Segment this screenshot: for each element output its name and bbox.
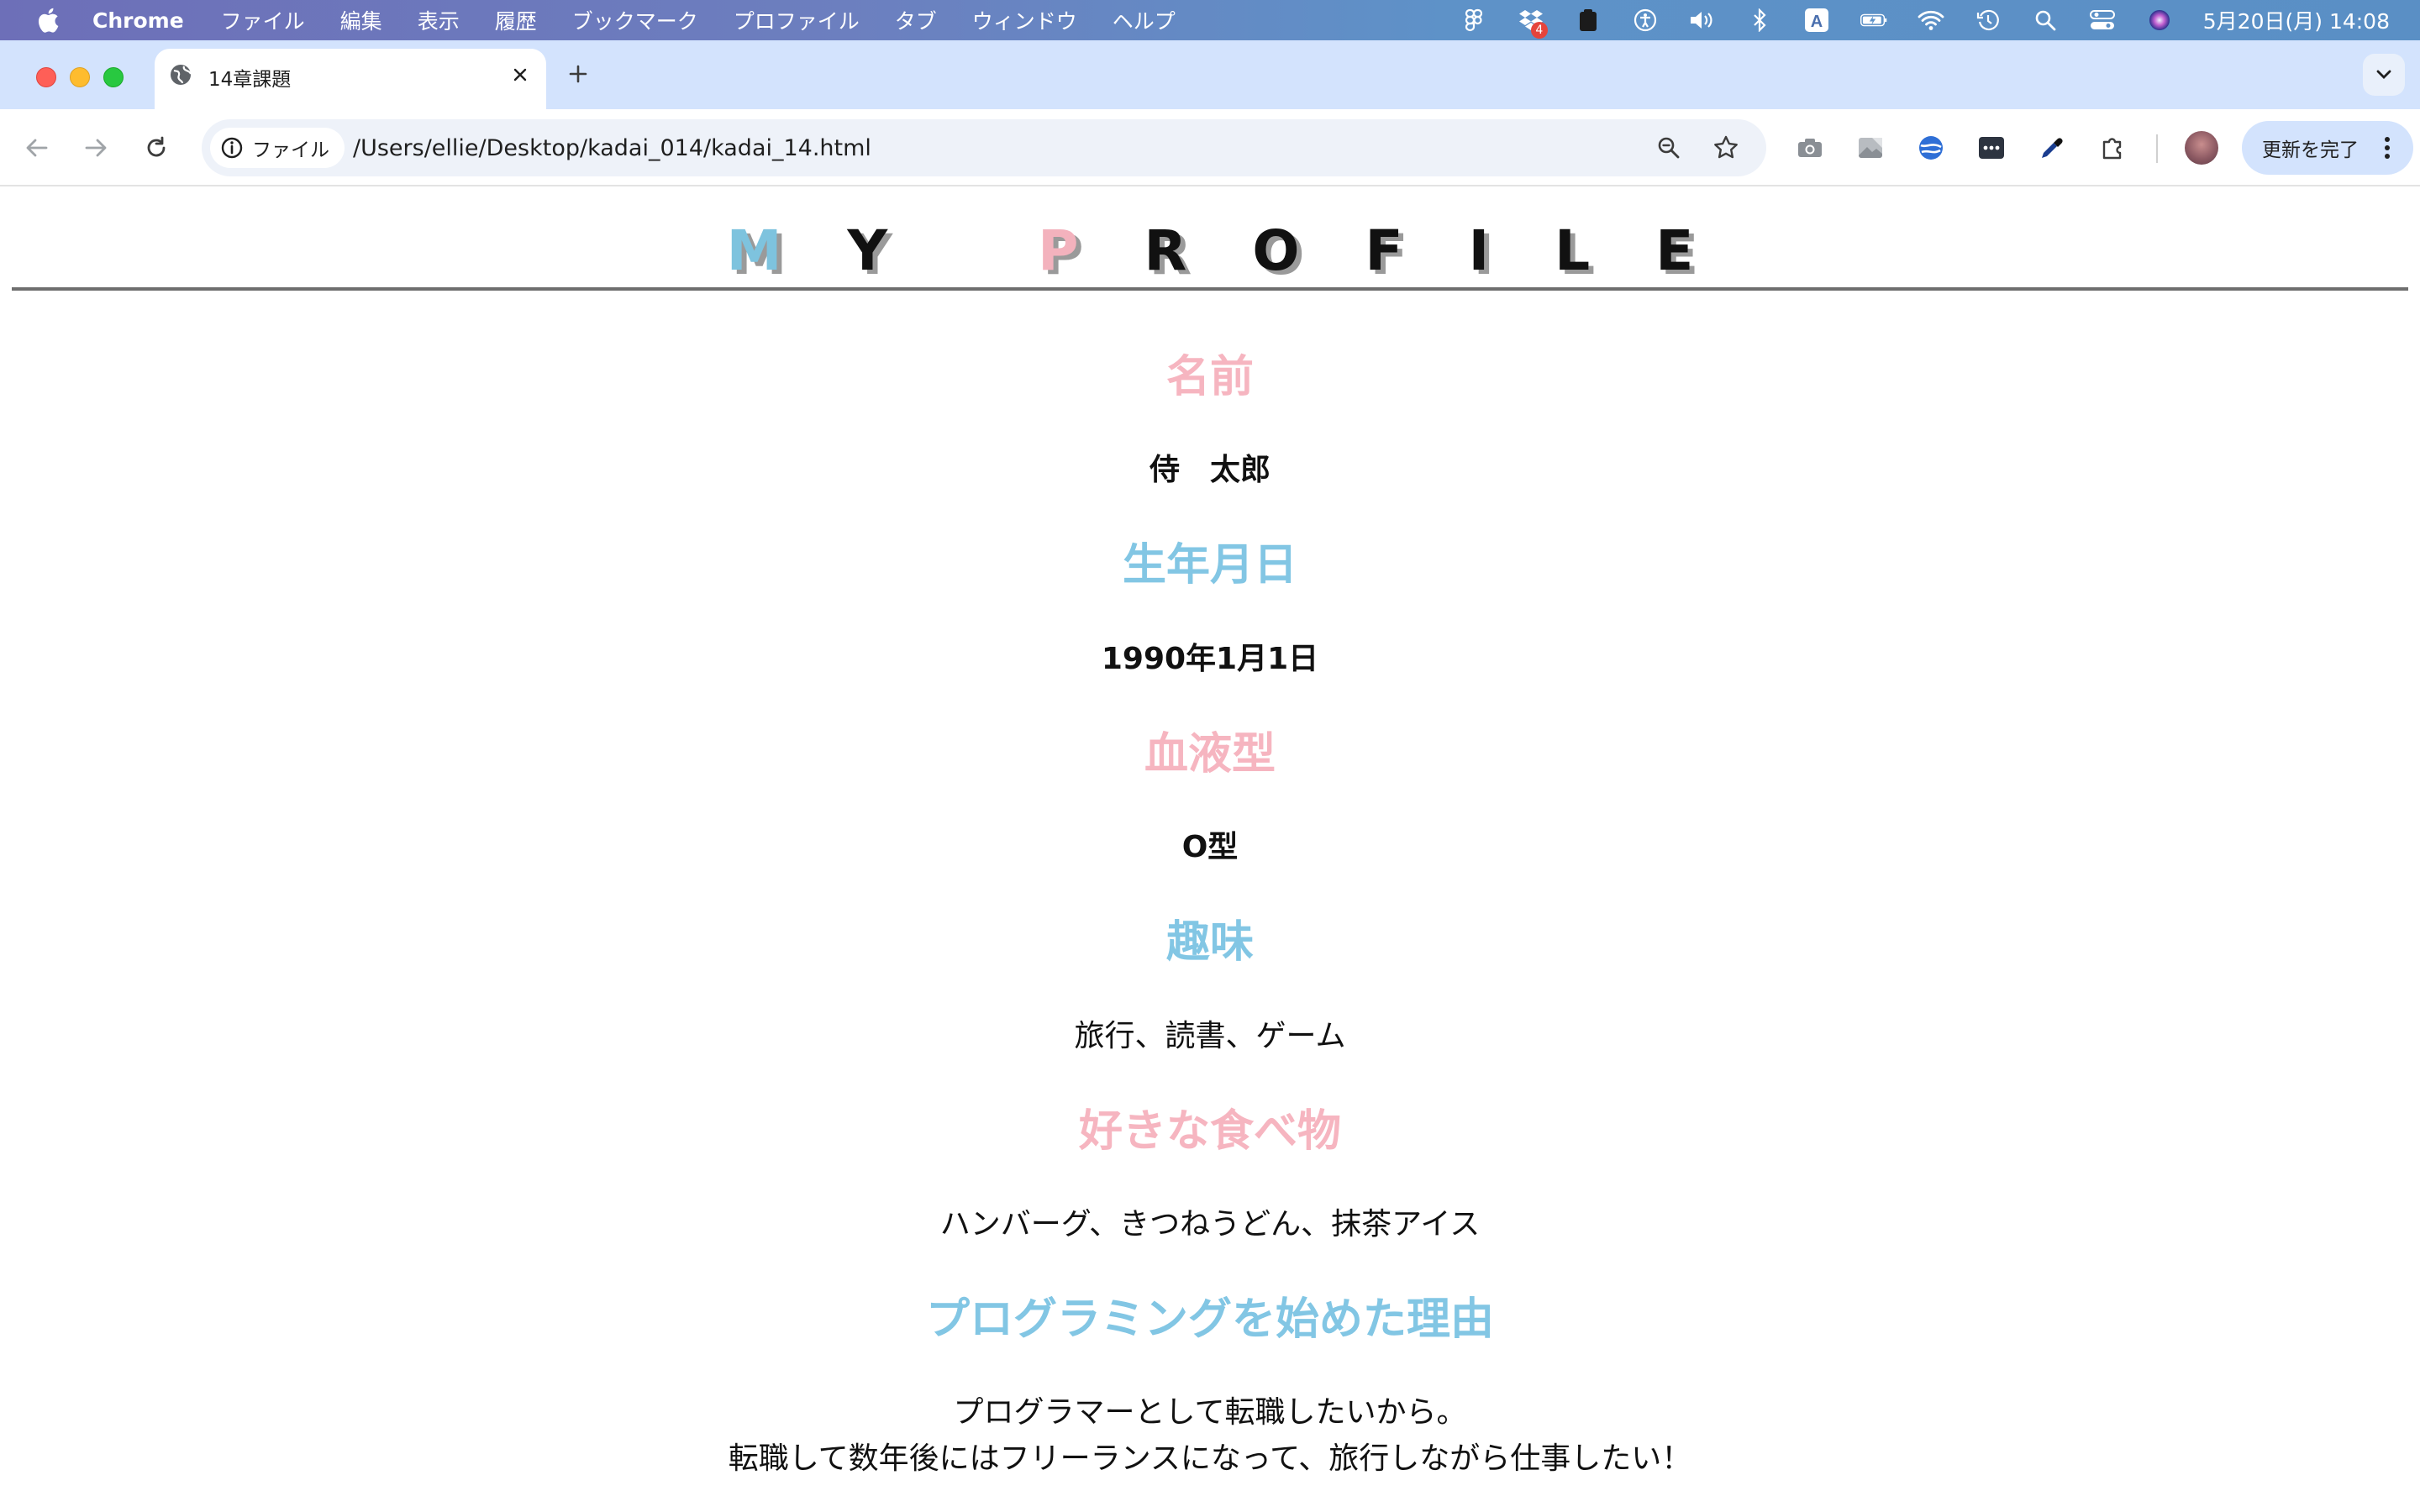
menu-edit[interactable]: 編集: [340, 5, 382, 35]
input-source-letter: A: [1811, 13, 1823, 31]
globe-icon: [168, 62, 193, 87]
bookmark-star-icon[interactable]: [1711, 133, 1741, 163]
puzzle-extensions-icon[interactable]: [2094, 129, 2131, 166]
section-heading-favorite-food: 好きな食べ物: [1078, 1106, 1341, 1157]
macos-menu-bar: Chrome ファイル 編集 表示 履歴 ブックマーク プロファイル タブ ウィ…: [0, 0, 2420, 40]
title-space: [953, 218, 1038, 283]
back-arrow-icon: [26, 139, 48, 157]
accessibility-icon[interactable]: [1632, 7, 1659, 34]
update-button-label: 更新を完了: [2262, 139, 2359, 161]
eyedropper-extension-icon[interactable]: [2033, 129, 2070, 166]
title-divider: [12, 287, 2408, 291]
menu-window[interactable]: ウィンドウ: [972, 5, 1077, 35]
menu-bar-clock[interactable]: 5月20日(月) 14:08: [2203, 5, 2390, 35]
url-text[interactable]: /Users/ellie/Desktop/kadai_014/kadai_14.…: [353, 135, 871, 161]
zoom-icon[interactable]: [1654, 133, 1684, 163]
menu-bookmarks[interactable]: ブックマーク: [572, 5, 698, 35]
profile-avatar[interactable]: [2185, 131, 2218, 165]
section-body-reason-line-2: 転職して数年後にはフリーランスになって、旅行しながら仕事したい！: [728, 1441, 1692, 1476]
title-letter: P: [1038, 218, 1144, 283]
tab-active[interactable]: 14章課題: [155, 49, 546, 109]
title-letter: R: [1144, 218, 1253, 283]
new-tab-button[interactable]: [563, 59, 593, 89]
web-page: MY PROFILE 名前 侍 太郎 生年月日 1990年1月1日 血液型 O型…: [0, 188, 2420, 1512]
title-letter: E: [1655, 218, 1760, 283]
input-source-icon[interactable]: A: [1803, 7, 1830, 34]
wifi-icon[interactable]: [1918, 7, 1944, 34]
info-icon: [221, 137, 243, 159]
browser-toolbar: ファイル /Users/ellie/Desktop/kadai_014/kada…: [0, 109, 2420, 186]
screenshot-extension-icon[interactable]: [1852, 129, 1889, 166]
tab-title: 14章課題: [208, 69, 292, 91]
profile-title: MY PROFILE: [0, 218, 2420, 283]
update-button[interactable]: 更新を完了: [2242, 121, 2413, 175]
section-body-reason-line-1: プログラマーとして転職したいから。: [953, 1395, 1467, 1430]
section-heading-name: 名前: [1165, 352, 1254, 402]
spotlight-search-icon[interactable]: [2032, 7, 2059, 34]
address-bar[interactable]: ファイル /Users/ellie/Desktop/kadai_014/kada…: [202, 119, 1766, 176]
camera-extension-icon[interactable]: [1791, 129, 1828, 166]
section-body-name: 侍 太郎: [1149, 453, 1270, 487]
title-letter: Y: [847, 218, 954, 283]
battery-icon[interactable]: [1860, 7, 1887, 34]
window-close-button[interactable]: [36, 67, 56, 87]
section-body-favorite-food: ハンバーグ、きつねうどん、抹茶アイス: [939, 1207, 1481, 1242]
dropbox-icon[interactable]: 4: [1518, 7, 1548, 39]
title-letter: O: [1252, 218, 1365, 283]
section-heading-reason: プログラミングを始めた理由: [925, 1294, 1494, 1345]
menu-help[interactable]: ヘルプ: [1113, 5, 1176, 35]
section-heading-birthday: 生年月日: [1122, 540, 1297, 591]
volume-icon[interactable]: [1689, 7, 1716, 34]
site-info-label: ファイル: [252, 139, 329, 161]
title-letter: L: [1555, 218, 1656, 283]
window-zoom-button[interactable]: [103, 67, 124, 87]
toolbar-separator: [2156, 134, 2158, 163]
chevron-down-icon: [2376, 70, 2391, 79]
title-letter: M: [726, 218, 848, 283]
section-body-birthday: 1990年1月1日: [1101, 642, 1319, 676]
section-body-hobbies: 旅行、読書、ゲーム: [1074, 1019, 1346, 1053]
kebab-menu-icon[interactable]: [2375, 134, 2400, 161]
bluetooth-icon[interactable]: [1746, 7, 1773, 34]
window-minimize-button[interactable]: [70, 67, 90, 87]
back-button[interactable]: [18, 129, 55, 166]
reload-icon: [147, 136, 166, 157]
title-letter: F: [1365, 218, 1469, 283]
menu-tab[interactable]: タブ: [895, 5, 937, 35]
menu-history[interactable]: 履歴: [495, 5, 537, 35]
site-info-chip[interactable]: ファイル: [210, 128, 345, 168]
section-body-blood-type: O型: [1181, 830, 1239, 864]
forward-button[interactable]: [77, 129, 114, 166]
reload-button[interactable]: [138, 129, 175, 166]
apple-menu-icon[interactable]: [37, 8, 59, 33]
control-center-icon[interactable]: [2089, 7, 2116, 34]
tab-search-button[interactable]: [2363, 54, 2405, 96]
dropbox-badge: 4: [1530, 22, 1548, 39]
section-heading-hobbies: 趣味: [1165, 917, 1254, 968]
siri-icon[interactable]: [2146, 7, 2173, 34]
menu-app-name[interactable]: Chrome: [92, 8, 184, 33]
menu-file[interactable]: ファイル: [221, 5, 305, 35]
menu-profiles[interactable]: プロファイル: [734, 5, 860, 35]
globe-extension-icon[interactable]: [1912, 129, 1949, 166]
clipboard-icon[interactable]: [1575, 7, 1602, 34]
figma-icon[interactable]: [1460, 7, 1487, 34]
title-letter: I: [1468, 218, 1555, 283]
tab-close-icon[interactable]: [508, 62, 533, 87]
section-heading-blood-type: 血液型: [1144, 729, 1276, 780]
more-dots-extension-icon[interactable]: [1973, 129, 2010, 166]
forward-arrow-icon: [85, 139, 107, 157]
time-machine-icon[interactable]: [1975, 7, 2002, 34]
menu-view[interactable]: 表示: [418, 5, 460, 35]
